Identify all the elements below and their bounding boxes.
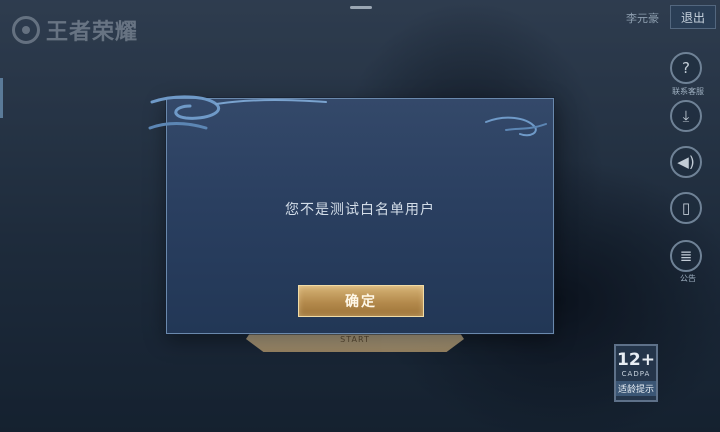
age-rating-badge: 12+ CADPA 适龄提示 xyxy=(614,344,658,402)
download-icon[interactable]: ⤓ xyxy=(670,100,702,132)
username-label: 李元豪 xyxy=(626,12,659,25)
confirm-button[interactable]: 确定 xyxy=(298,285,424,317)
age-rating-number: 12+ xyxy=(617,350,655,370)
logout-button[interactable]: 退出 xyxy=(670,5,716,29)
age-rating-org: CADPA xyxy=(621,370,651,378)
top-pull-handle[interactable] xyxy=(350,6,372,9)
logo-mark-icon xyxy=(12,16,40,44)
customer-service-label: 联系客服 xyxy=(672,87,704,96)
notice-icon[interactable]: ≣ xyxy=(670,240,702,272)
question-icon[interactable]: ? xyxy=(670,52,702,84)
left-edge-tab[interactable] xyxy=(0,78,3,118)
notice-label: 公告 xyxy=(680,274,696,283)
speaker-icon[interactable]: ◀) xyxy=(670,146,702,178)
phone-icon[interactable]: ▯ xyxy=(670,192,702,224)
alert-dialog: 您不是测试白名单用户 确定 xyxy=(166,98,554,334)
age-rating-tip: 适龄提示 xyxy=(616,381,656,396)
logo-text: 王者荣耀 xyxy=(46,19,139,45)
game-logo: 王者荣耀 xyxy=(12,14,138,46)
dialog-message: 您不是测试白名单用户 xyxy=(285,202,435,218)
